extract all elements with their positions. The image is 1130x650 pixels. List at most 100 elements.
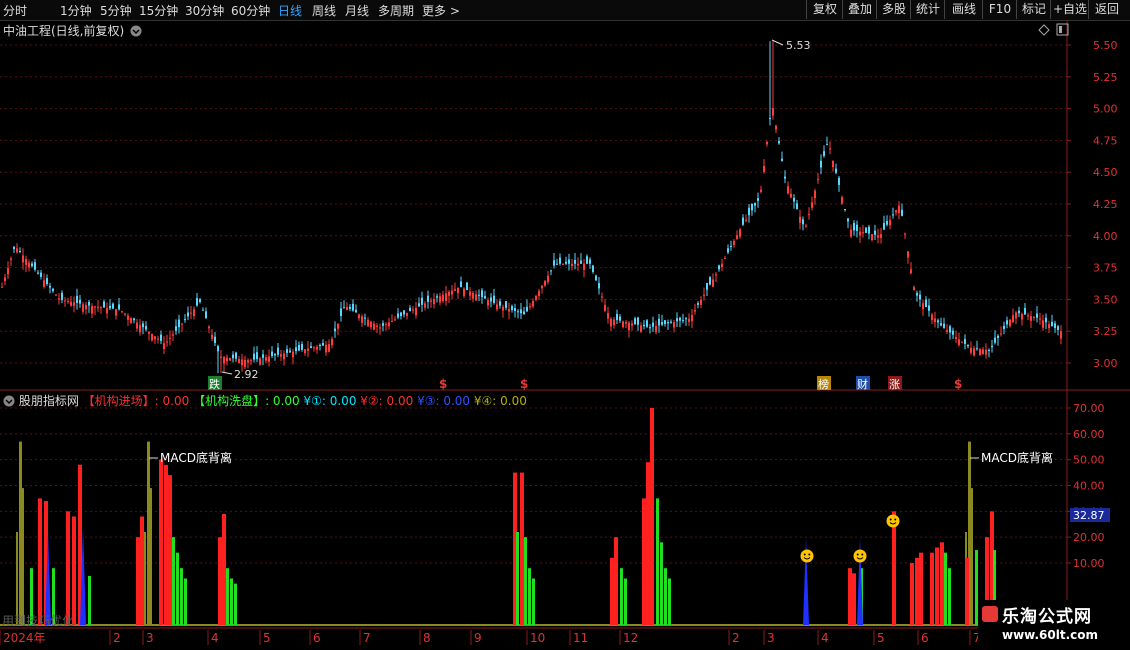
candle-body: [1, 286, 3, 288]
candle-body: [823, 151, 825, 156]
candle-body: [388, 322, 390, 327]
candle-body: [481, 290, 483, 298]
candle-body: [787, 186, 789, 194]
candle-body: [541, 285, 543, 289]
candle-body: [76, 295, 78, 304]
candle-body: [607, 313, 609, 319]
indicator-bar: [140, 516, 144, 625]
candle-body: [256, 352, 258, 360]
candle-body: [736, 235, 738, 239]
indicator-bar: [226, 568, 229, 625]
candle-body: [319, 344, 321, 347]
candle-body: [610, 318, 612, 327]
candle-body: [487, 300, 489, 306]
event-mark-label[interactable]: 榜: [818, 377, 829, 391]
candle-body: [631, 323, 633, 326]
event-mark-label[interactable]: 涨: [889, 378, 900, 391]
candle-body: [367, 319, 369, 327]
candle-body: [499, 301, 501, 306]
candle-body: [625, 322, 627, 324]
time-label: 3: [767, 631, 775, 645]
candle-body: [355, 309, 357, 313]
indicator-bar: [965, 557, 969, 625]
candle-body: [967, 344, 969, 347]
candle-body: [217, 346, 219, 352]
candle-body: [184, 319, 186, 321]
candle-body: [91, 306, 93, 314]
candle-body: [283, 353, 285, 360]
candle-body: [352, 303, 354, 311]
candle-body: [439, 296, 441, 303]
candle-body: [49, 285, 51, 288]
window-toggle-icon[interactable]: [1056, 23, 1069, 36]
candle-body: [601, 296, 603, 298]
candle-body: [532, 301, 534, 307]
indicator-bar: [524, 537, 527, 625]
candle-body: [145, 326, 147, 330]
candle-body: [1030, 316, 1032, 321]
candle-body: [925, 299, 927, 308]
candle-body: [892, 214, 894, 216]
candle-body: [346, 306, 348, 310]
candle-body: [721, 263, 723, 267]
candle-body: [403, 310, 405, 315]
candle-body: [679, 317, 681, 321]
candle-body: [298, 344, 300, 351]
indicator-name[interactable]: 股朋指标网: [19, 394, 79, 408]
diamond-icon[interactable]: [1038, 24, 1050, 36]
candle-body: [391, 320, 393, 322]
candle-body: [136, 322, 138, 329]
candle-body: [436, 296, 438, 298]
candle-body: [127, 315, 129, 320]
candle-body: [730, 245, 732, 247]
candle-body: [799, 216, 801, 223]
candle-body: [853, 222, 855, 231]
candle-body: [385, 324, 387, 326]
indicator-bar: [19, 441, 22, 625]
indicator-bar: [668, 578, 671, 625]
indicator-value-yen2: ¥②: 0.00: [360, 394, 414, 408]
candle-body: [748, 207, 750, 216]
candle-body: [826, 144, 828, 146]
candle-body: [931, 314, 933, 321]
candle-body: [817, 179, 819, 181]
candle-body: [19, 250, 21, 252]
candle-body: [427, 295, 429, 302]
candle-body: [232, 354, 234, 359]
event-mark-label[interactable]: 财: [857, 377, 868, 391]
price-tick-label: 4.75: [1093, 134, 1118, 147]
candle-body: [337, 323, 339, 329]
candle-body: [814, 190, 816, 199]
candle-body: [373, 323, 375, 330]
indicator-bar: [848, 568, 852, 625]
candle-body: [682, 319, 684, 321]
candle-body: [166, 341, 168, 343]
candle-body: [904, 233, 906, 235]
candle-body: [454, 289, 456, 291]
high-label: 5.53: [786, 39, 811, 52]
candle-body: [565, 261, 567, 264]
candle-body: [133, 318, 135, 321]
candle-body: [1027, 315, 1029, 317]
indicator-tick-label: 40.00: [1073, 480, 1105, 493]
candle-body: [1000, 333, 1002, 335]
dollar-event-icon[interactable]: $: [439, 377, 447, 391]
candle-body: [301, 343, 303, 350]
candle-body: [571, 263, 573, 267]
candle-body: [979, 349, 981, 355]
indicator-bar: [642, 498, 646, 625]
candle-body: [898, 205, 900, 214]
candle-body: [856, 224, 858, 231]
time-label: 12: [623, 631, 638, 645]
dollar-event-icon[interactable]: $: [520, 377, 528, 391]
indicator-bar: [930, 552, 934, 625]
dollar-event-icon[interactable]: $: [954, 377, 962, 391]
indicator-bar: [147, 441, 150, 625]
time-label: 2: [732, 631, 740, 645]
indicator-bar: [646, 462, 650, 625]
indicator-bar: [948, 568, 951, 625]
chevron-down-icon[interactable]: [3, 395, 15, 407]
candle-body: [685, 318, 687, 320]
indicator-bar: [610, 557, 614, 625]
event-mark-label[interactable]: 跌: [209, 377, 220, 391]
